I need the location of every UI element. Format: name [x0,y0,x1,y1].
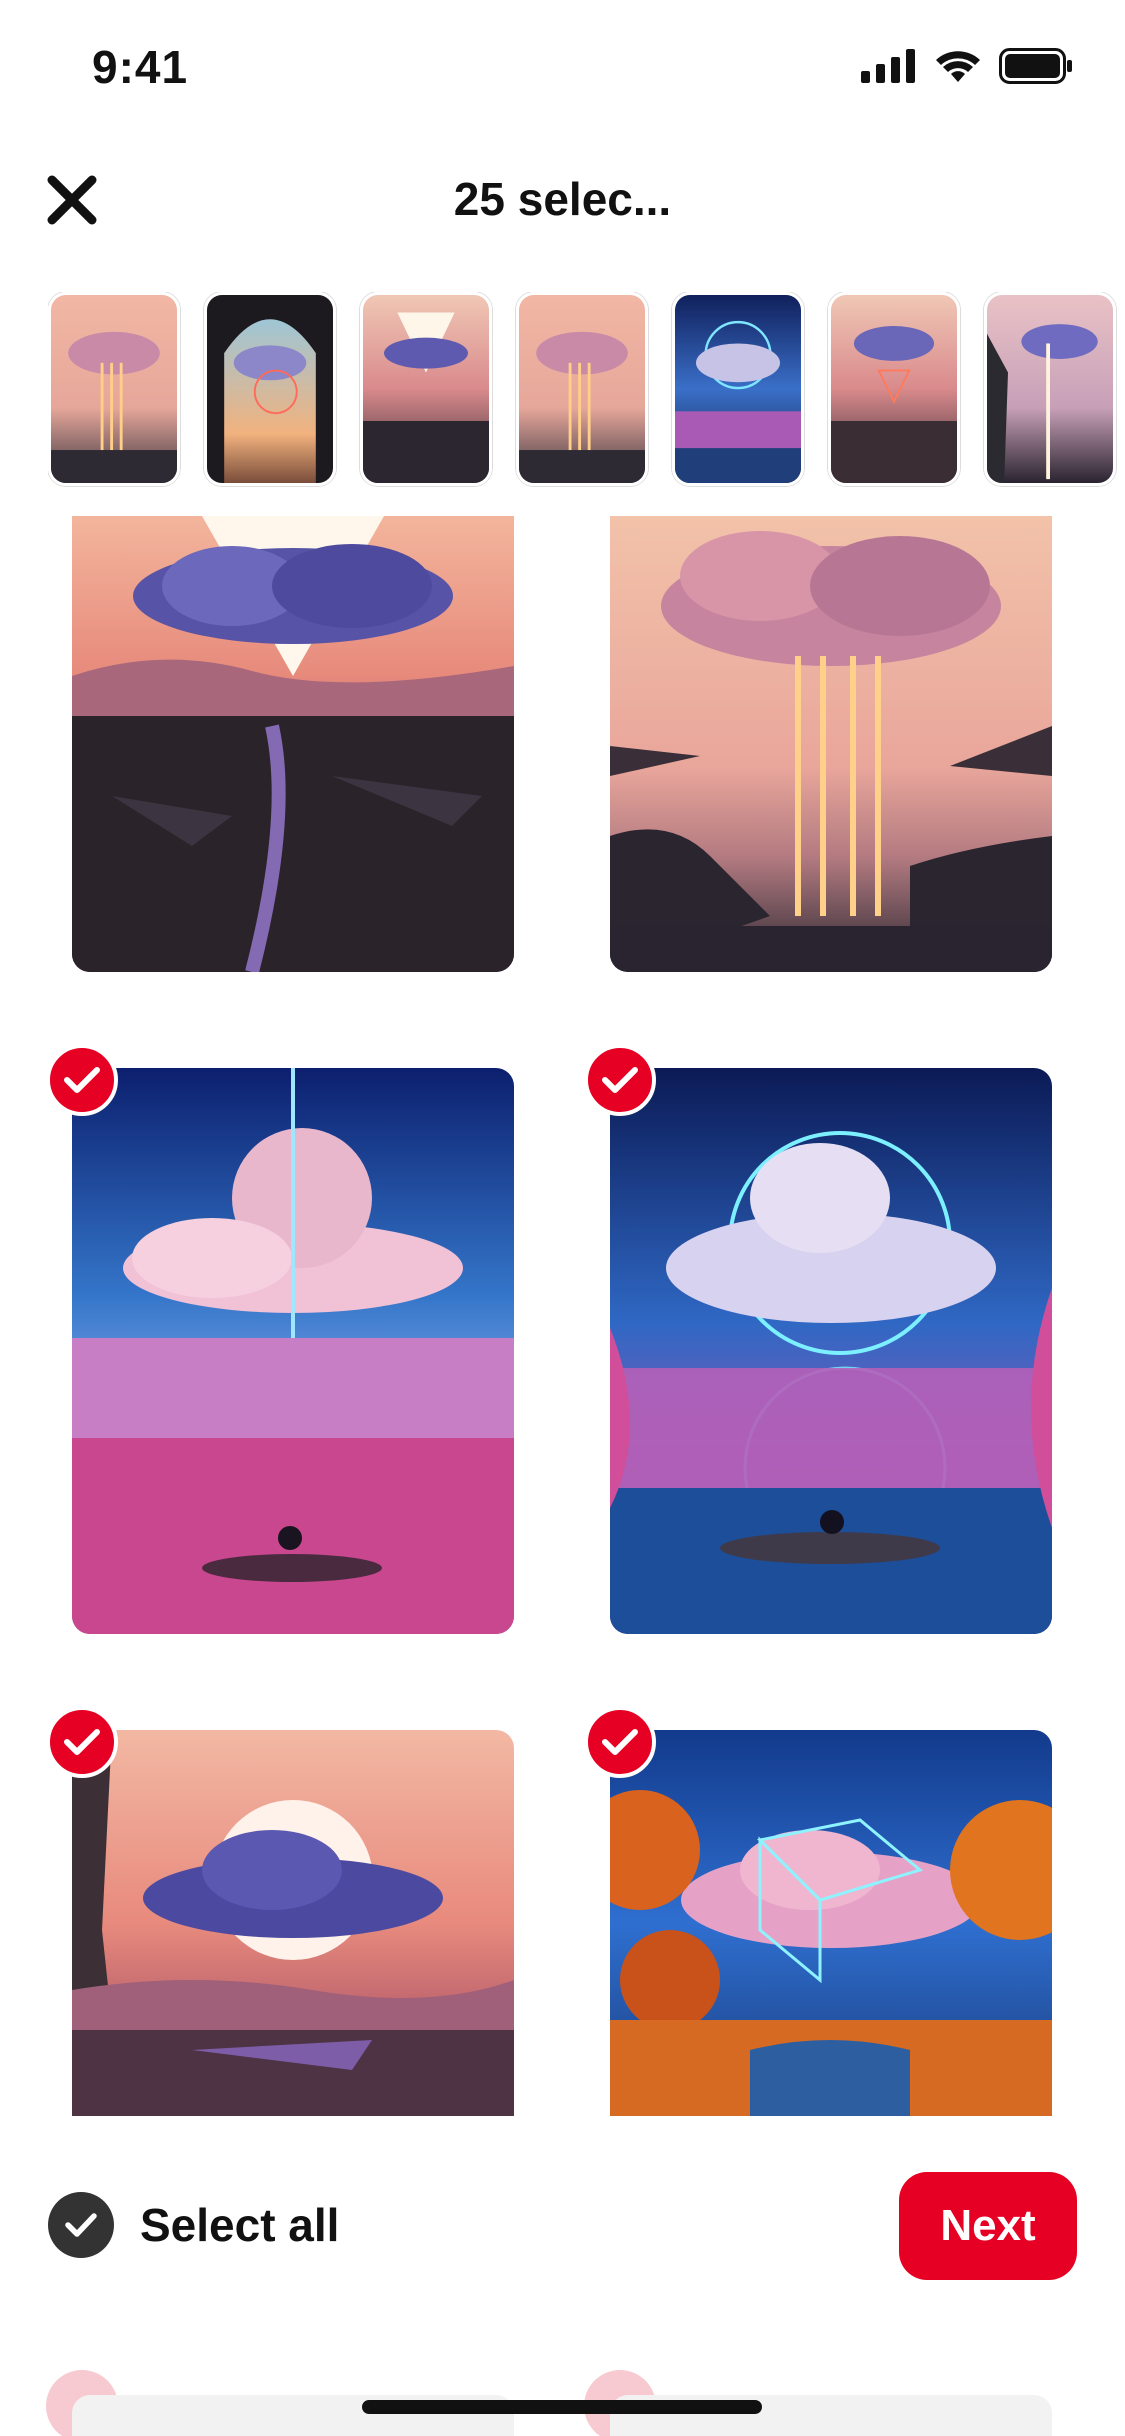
cellular-signal-icon [861,49,915,83]
selected-check-badge[interactable] [46,1706,118,1778]
pin-card[interactable] [72,516,514,972]
selected-thumbnail-strip[interactable] [48,292,1125,488]
thumbnail[interactable] [984,292,1116,486]
wifi-icon [936,51,980,82]
checkmark-icon [65,2213,97,2237]
thumbnail[interactable] [48,292,180,486]
thumbnail[interactable] [672,292,804,486]
checkmark-icon [64,1067,100,1093]
battery-icon [999,48,1072,84]
select-all-toggle[interactable]: Select all [48,2192,339,2258]
thumbnail[interactable] [828,292,960,486]
pin-card[interactable] [610,1068,1052,1634]
select-all-check [48,2192,114,2258]
select-all-label: Select all [140,2199,340,2251]
selected-check-badge[interactable] [584,1706,656,1778]
checkmark-icon [602,1067,638,1093]
status-time: 9:41 [92,41,189,93]
status-icons [861,48,1073,84]
pin-card[interactable] [610,516,1052,972]
pin-card[interactable] [72,1730,514,2116]
selected-check-badge[interactable] [584,1044,656,1116]
thumbnail[interactable] [516,292,648,486]
status-bar: 9:41 [0,0,1125,140]
page-title: 25 selec... [453,173,672,225]
selected-check-badge[interactable] [46,1044,118,1116]
pin-card[interactable] [72,1068,514,1634]
checkmark-icon [602,1729,638,1755]
thumbnail[interactable] [360,292,492,486]
thumbnail[interactable] [204,292,336,486]
header: 25 selec... [0,150,1125,250]
pin-card[interactable] [610,1730,1052,2116]
next-button[interactable]: Next [899,2172,1077,2280]
checkmark-icon [64,1729,100,1755]
home-indicator [362,2400,762,2414]
